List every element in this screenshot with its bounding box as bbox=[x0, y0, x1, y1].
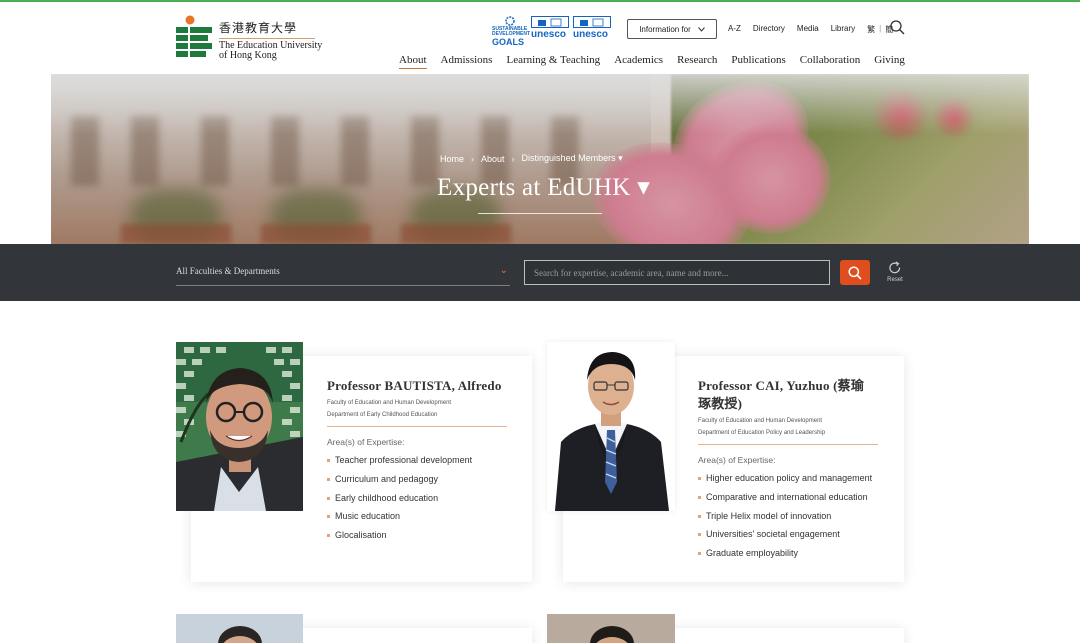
expertise-item: Music education bbox=[327, 511, 472, 530]
nav-learning-teaching[interactable]: Learning & Teaching bbox=[506, 54, 600, 69]
expertise-item: Triple Helix model of innovation bbox=[698, 511, 872, 530]
expert-photo-cai bbox=[547, 342, 675, 511]
breadcrumb-about[interactable]: About bbox=[481, 154, 505, 164]
reset-label: Reset bbox=[887, 277, 903, 283]
information-for-dropdown[interactable]: Information for bbox=[627, 19, 717, 39]
expertise-item: Universities' societal engagement bbox=[698, 529, 872, 548]
lang-divider: | bbox=[879, 24, 882, 33]
expertise-item: Glocalisation bbox=[327, 530, 472, 549]
expertise-item: Teacher professional development bbox=[327, 455, 472, 474]
expert-photo bbox=[176, 614, 303, 643]
expert-faculty: Faculty of Education and Human Developme… bbox=[698, 418, 823, 424]
expert-divider bbox=[698, 444, 878, 445]
expert-photo bbox=[547, 614, 675, 643]
information-for-label: Information for bbox=[639, 24, 691, 34]
breadcrumb: Home › About › Distinguished Members ▾ bbox=[440, 153, 623, 164]
expertise-label: Area(s) of Expertise: bbox=[327, 437, 405, 447]
util-a-z[interactable]: A-Z bbox=[728, 24, 741, 35]
unesco-word-1: unesco bbox=[531, 29, 567, 40]
expertise-item: Higher education policy and management bbox=[698, 473, 872, 492]
nav-collaboration[interactable]: Collaboration bbox=[800, 54, 861, 69]
expert-name[interactable]: Professor CAI, Yuzhuo (蔡瑜 琢教授) bbox=[698, 377, 864, 413]
eduhk-logo[interactable]: 香港教育大學 The Education University of Hong … bbox=[176, 15, 322, 61]
search-icon bbox=[848, 265, 862, 280]
expertise-item: Curriculum and pedagogy bbox=[327, 474, 472, 493]
unesco-temple-icon bbox=[531, 16, 569, 28]
expertise-label: Area(s) of Expertise: bbox=[698, 455, 776, 465]
unesco-temple-icon-2 bbox=[573, 16, 611, 28]
util-directory[interactable]: Directory bbox=[753, 24, 785, 35]
expert-name-line2: 琢教授) bbox=[698, 396, 743, 411]
expertise-list: Higher education policy and management C… bbox=[698, 473, 872, 567]
search-icon[interactable] bbox=[890, 20, 905, 35]
expertise-list: Teacher professional development Curricu… bbox=[327, 455, 472, 549]
nav-academics[interactable]: Academics bbox=[614, 54, 663, 69]
nav-about[interactable]: About bbox=[399, 54, 427, 69]
unesco-logo-2[interactable]: unesco bbox=[573, 16, 611, 44]
logo-rule bbox=[219, 38, 315, 39]
unesco-word-2: unesco bbox=[573, 29, 609, 40]
expertise-item: Graduate employability bbox=[698, 548, 872, 567]
page-title[interactable]: Experts at EdUHK ▾ bbox=[437, 172, 650, 202]
expertise-item: Early childhood education bbox=[327, 493, 472, 512]
eduhk-emblem-icon bbox=[176, 15, 212, 57]
nav-giving[interactable]: Giving bbox=[874, 54, 905, 69]
breadcrumb-separator-icon: › bbox=[471, 153, 475, 164]
top-accent-line bbox=[0, 0, 1080, 2]
expert-name-line1: Professor CAI, Yuzhuo (蔡瑜 bbox=[698, 378, 865, 393]
expert-filter-bar: All Faculties & Departments ⌄ Reset bbox=[0, 244, 1080, 301]
util-traditional-chinese[interactable]: 繁 bbox=[867, 24, 875, 35]
expert-faculty: Faculty of Education and Human Developme… bbox=[327, 400, 452, 406]
expert-name[interactable]: Professor BAUTISTA, Alfredo bbox=[327, 377, 502, 395]
sdg-logo[interactable]: SUSTAINABLE DEVELOPMENT GOALS bbox=[492, 16, 530, 47]
nav-research[interactable]: Research bbox=[677, 54, 717, 69]
faculty-department-select[interactable]: All Faculties & Departments ⌄ bbox=[176, 265, 510, 286]
logo-chinese-name: 香港教育大學 bbox=[219, 21, 298, 35]
expertise-item: Comparative and international education bbox=[698, 492, 872, 511]
chevron-down-icon bbox=[697, 26, 705, 32]
partner-logos: SUSTAINABLE DEVELOPMENT GOALS unesco une… bbox=[492, 16, 611, 47]
reset-button[interactable]: Reset bbox=[884, 261, 906, 283]
faculty-select-value: All Faculties & Departments bbox=[176, 266, 280, 276]
breadcrumb-distinguished-members[interactable]: Distinguished Members ▾ bbox=[522, 153, 623, 164]
expert-divider bbox=[327, 426, 507, 427]
refresh-icon bbox=[889, 261, 901, 274]
search-submit-button[interactable] bbox=[840, 260, 870, 285]
util-media[interactable]: Media bbox=[797, 24, 819, 35]
breadcrumb-separator-icon: › bbox=[511, 153, 515, 164]
chevron-down-icon: ⌄ bbox=[499, 265, 508, 276]
expert-department: Department of Early Childhood Education bbox=[327, 412, 438, 418]
expert-search-field bbox=[524, 260, 830, 285]
expert-search-input[interactable] bbox=[525, 261, 829, 284]
util-library[interactable]: Library bbox=[831, 24, 855, 35]
breadcrumb-home[interactable]: Home bbox=[440, 154, 464, 164]
utility-links: A-Z Directory Media Library 繁 | 簡 bbox=[728, 24, 893, 35]
main-navigation: About Admissions Learning & Teaching Aca… bbox=[399, 54, 905, 69]
sdg-goals-text: GOALS bbox=[492, 37, 525, 47]
title-underline bbox=[478, 213, 602, 214]
logo-english-line2: of Hong Kong bbox=[219, 50, 277, 61]
nav-admissions[interactable]: Admissions bbox=[441, 54, 493, 69]
nav-publications[interactable]: Publications bbox=[731, 54, 785, 69]
unesco-logo-1[interactable]: unesco bbox=[531, 16, 569, 44]
expert-department: Department of Education Policy and Leade… bbox=[698, 430, 826, 436]
expert-photo-bautista bbox=[176, 342, 303, 511]
